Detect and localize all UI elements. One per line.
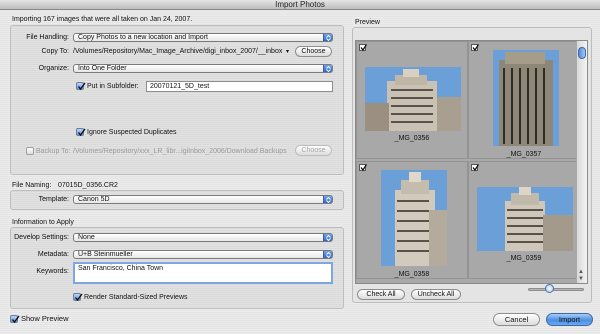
subfolder-field[interactable]: 20070121_5D_test bbox=[146, 81, 333, 92]
organize-label: Organize: bbox=[38, 65, 69, 72]
copy-to-path: /Volumes/Repository/Mac_Image_Archive/di… bbox=[73, 48, 283, 55]
render-previews-label: Render Standard-Sized Previews bbox=[84, 294, 188, 301]
building-photo-thumbnail bbox=[365, 67, 461, 131]
file-handling-popup[interactable]: Copy Photos to a new location and Import bbox=[73, 33, 333, 42]
checkmark-icon bbox=[360, 164, 367, 171]
info-apply-title: Information to Apply bbox=[12, 219, 74, 226]
checkmark-icon bbox=[77, 128, 86, 137]
checkmark-icon bbox=[74, 293, 83, 302]
backup-path: /Volumes/Repository/xxx_LR_libr...igiInb… bbox=[73, 148, 287, 155]
popup-arrows-icon bbox=[323, 196, 332, 203]
checkmark-icon bbox=[11, 315, 20, 324]
template-popup[interactable]: Canon 5D bbox=[73, 195, 333, 204]
develop-settings-label: Develop Settings: bbox=[14, 234, 69, 241]
building-photo-thumbnail bbox=[493, 50, 559, 146]
window-title: Import Photos bbox=[0, 0, 600, 10]
backup-label: Backup To: bbox=[36, 148, 71, 155]
file-naming-label: File Naming: bbox=[12, 182, 52, 189]
slider-knob[interactable] bbox=[545, 284, 554, 293]
copy-to-choose-button[interactable]: Choose bbox=[295, 46, 332, 57]
scroll-down-icon[interactable]: ▼ bbox=[578, 276, 584, 282]
building-photo-thumbnail bbox=[381, 170, 447, 266]
cancel-button[interactable]: Cancel bbox=[493, 313, 540, 326]
thumbnail-checkbox[interactable] bbox=[471, 164, 479, 171]
preview-scrollbar[interactable]: ▲ ▼ bbox=[576, 41, 587, 283]
popup-arrows-icon bbox=[323, 234, 332, 241]
checkmark-icon bbox=[77, 82, 86, 91]
thumbnail-name: _MG_0357 bbox=[506, 151, 542, 158]
thumbnail-name: _MG_0358 bbox=[394, 271, 430, 278]
import-summary: Importing 167 images that were all taken… bbox=[12, 16, 193, 23]
show-preview-checkbox[interactable] bbox=[10, 315, 20, 324]
chevron-down-icon[interactable]: ▾ bbox=[286, 48, 289, 55]
keywords-label: Keywords: bbox=[36, 268, 69, 275]
develop-settings-value: None bbox=[78, 234, 95, 241]
thumbnail-name: _MG_0356 bbox=[394, 135, 430, 142]
scroll-up-icon[interactable]: ▲ bbox=[578, 269, 584, 275]
import-button[interactable]: Import bbox=[546, 313, 593, 326]
thumbnail-checkbox[interactable] bbox=[359, 164, 367, 171]
develop-settings-popup[interactable]: None bbox=[73, 233, 333, 242]
thumbnail-checkbox[interactable] bbox=[359, 44, 367, 51]
file-handling-label: File Handling: bbox=[26, 34, 69, 41]
thumbnail-name: _MG_0359 bbox=[506, 255, 542, 262]
render-previews-checkbox[interactable] bbox=[73, 293, 83, 302]
thumbnail-cell[interactable]: _MG_0357 bbox=[468, 41, 580, 159]
thumbnail-cell[interactable]: _MG_0356 bbox=[356, 41, 468, 159]
copy-to-label: Copy To: bbox=[41, 48, 70, 55]
template-label: Template: bbox=[38, 196, 69, 203]
organize-value: Into One Folder bbox=[78, 65, 127, 72]
popup-arrows-icon bbox=[323, 251, 332, 258]
thumbnail-checkbox[interactable] bbox=[471, 44, 479, 51]
import-dialog: Importing 167 images that were all taken… bbox=[0, 10, 600, 334]
file-naming-example: 07015D_0356.CR2 bbox=[58, 182, 118, 189]
metadata-label: Metadata: bbox=[37, 251, 69, 258]
template-value: Canon 5D bbox=[78, 196, 110, 203]
show-preview-label: Show Preview bbox=[21, 314, 69, 323]
thumbnail-size-slider[interactable] bbox=[528, 288, 584, 291]
check-all-button[interactable]: Check All bbox=[357, 289, 405, 300]
checkmark-icon bbox=[472, 164, 479, 171]
preview-title: Preview bbox=[355, 19, 380, 26]
checkmark-icon bbox=[360, 44, 367, 51]
checkmark-icon bbox=[472, 44, 479, 51]
backup-choose-button[interactable]: Choose bbox=[295, 145, 332, 156]
metadata-popup[interactable]: U+B Steinmueller bbox=[73, 250, 333, 259]
ignore-duplicates-label: Ignore Suspected Duplicates bbox=[87, 129, 177, 136]
thumbnail-cell[interactable]: _MG_0358 bbox=[356, 161, 468, 279]
building-photo-thumbnail bbox=[477, 187, 573, 251]
popup-arrows-icon bbox=[323, 65, 332, 72]
organize-popup[interactable]: Into One Folder bbox=[73, 64, 333, 73]
ignore-duplicates-checkbox[interactable] bbox=[76, 128, 86, 137]
subfolder-label: Put in Subfolder: bbox=[87, 83, 139, 90]
scrollbar-thumb[interactable] bbox=[578, 47, 586, 59]
keywords-field[interactable]: San Francisco, China Town bbox=[73, 262, 333, 284]
subfolder-checkbox[interactable] bbox=[76, 82, 86, 91]
backup-checkbox[interactable] bbox=[26, 147, 34, 155]
uncheck-all-button[interactable]: Uncheck All bbox=[411, 289, 461, 300]
thumbnail-grid: _MG_0356 _MG_0357 _MG_0358 _MG_0359 bbox=[355, 40, 588, 284]
popup-arrows-icon bbox=[323, 34, 332, 41]
thumbnail-cell[interactable]: _MG_0359 bbox=[468, 161, 580, 279]
file-handling-value: Copy Photos to a new location and Import bbox=[78, 34, 208, 41]
metadata-value: U+B Steinmueller bbox=[78, 251, 133, 258]
